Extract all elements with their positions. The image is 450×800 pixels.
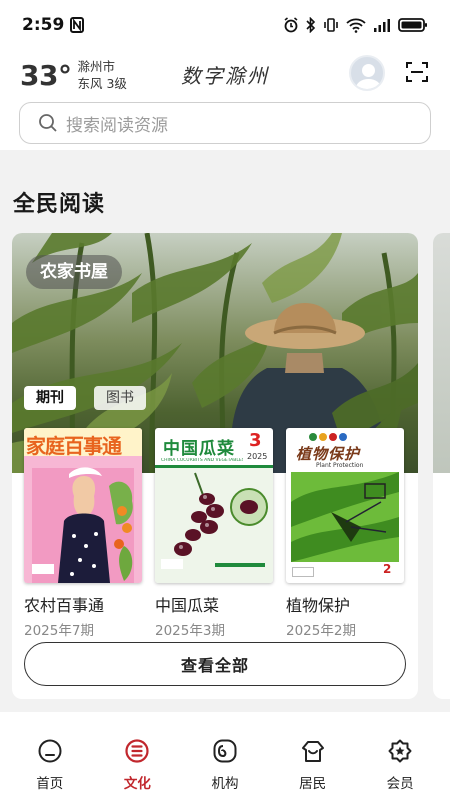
search-icon: [39, 114, 57, 132]
avatar[interactable]: [349, 55, 385, 91]
view-all-button[interactable]: 查看全部: [24, 642, 406, 686]
book-item[interactable]: 中国瓜菜 3 2025 CHINA CUCURBITS AND VEGETABL…: [155, 428, 273, 639]
cover-logo: [309, 433, 347, 441]
header: 33° 滁州市 东风 3级 数字滁州 搜索阅读资源: [0, 50, 450, 150]
nav-item-culture[interactable]: 文化: [102, 712, 172, 800]
section-title: 全民阅读: [13, 192, 106, 217]
book-item[interactable]: 家庭百事通 农村百事通 2025年7期: [24, 428, 142, 639]
avatar-head: [362, 64, 375, 77]
nav-label-resident: 居民: [299, 776, 327, 792]
book-list: 家庭百事通 农村百事通 2025年7期 中国瓜菜 3 2025 CHINA CU…: [24, 428, 404, 639]
cover-illustration: [24, 456, 142, 583]
bluetooth-icon: [306, 17, 316, 33]
nfc-icon: [70, 17, 85, 33]
signal-icon: [374, 19, 390, 32]
next-card-image: [433, 233, 450, 473]
search-placeholder: 搜索阅读资源: [66, 115, 168, 136]
clock: 2:59: [22, 15, 65, 35]
cover-title: 家庭百事通: [26, 434, 122, 458]
cover-subtitle: Plant Protection: [316, 462, 364, 469]
home-icon: [38, 739, 62, 763]
book-name: 农村百事通: [24, 596, 105, 615]
cover-title: 植物保护: [296, 445, 361, 463]
nav-item-resident[interactable]: 居民: [278, 712, 348, 800]
cover-subtitle: CHINA CUCURBITS AND VEGETABLES: [161, 458, 243, 463]
nav-label-culture: 文化: [123, 776, 151, 792]
next-card-peek[interactable]: [433, 233, 450, 699]
nav-item-institution[interactable]: 机构: [190, 712, 260, 800]
hero-tag: 农家书屋: [26, 255, 122, 289]
search-bar[interactable]: 搜索阅读资源: [19, 102, 431, 144]
nav-item-member[interactable]: 会员: [365, 712, 435, 800]
status-bar: 2:59: [0, 0, 450, 50]
nav-item-home[interactable]: 首页: [15, 712, 85, 800]
vibrate-icon: [324, 18, 338, 32]
tab-books[interactable]: 图书: [94, 386, 146, 410]
book-issue: 2025年3期: [155, 623, 225, 639]
nav-label-institution: 机构: [211, 776, 239, 792]
main-content[interactable]: 全民阅读 农家书屋 期刊 图书 家庭百事通 农村百事通 2025年7期 中国瓜菜…: [0, 150, 450, 712]
alarm-icon: [284, 17, 298, 33]
book-cover[interactable]: 家庭百事通: [24, 428, 142, 583]
nav-label-home: 首页: [36, 776, 64, 792]
book-cover[interactable]: 中国瓜菜 3 2025 CHINA CUCURBITS AND VEGETABL…: [155, 428, 273, 583]
book-item[interactable]: 植物保护 Plant Protection 2 植物保护 2025年2期: [286, 428, 404, 639]
institution-icon: [213, 739, 237, 763]
wifi-icon: [346, 18, 366, 33]
resident-icon: [301, 741, 324, 762]
book-name: 植物保护: [286, 596, 351, 615]
culture-icon: [125, 739, 149, 763]
nav-label-member: 会员: [386, 776, 414, 792]
status-right: [283, 17, 428, 33]
cover-illustration: [155, 465, 273, 583]
cover-number: 3: [249, 430, 262, 451]
bottom-nav: 首页 文化 机构 居民 会员: [0, 712, 450, 800]
cover-title: 中国瓜菜: [163, 439, 235, 459]
scan-icon[interactable]: [406, 61, 428, 83]
cover-number: 2: [383, 562, 392, 576]
cover-year: 2025: [247, 452, 268, 461]
book-issue: 2025年7期: [24, 623, 94, 639]
book-name: 中国瓜菜: [155, 596, 220, 615]
card-tabs: 期刊 图书: [24, 386, 146, 410]
member-icon: [388, 739, 412, 763]
book-cover[interactable]: 植物保护 Plant Protection 2: [286, 428, 404, 583]
book-issue: 2025年2期: [286, 623, 356, 639]
status-left: 2:59: [22, 15, 85, 35]
avatar-body: [356, 79, 381, 89]
reading-card[interactable]: 农家书屋 期刊 图书 家庭百事通 农村百事通 2025年7期 中国瓜菜 3 20…: [12, 233, 418, 699]
battery-icon: [398, 18, 427, 32]
cover-illustration: [291, 472, 399, 562]
tab-journals[interactable]: 期刊: [24, 386, 76, 410]
